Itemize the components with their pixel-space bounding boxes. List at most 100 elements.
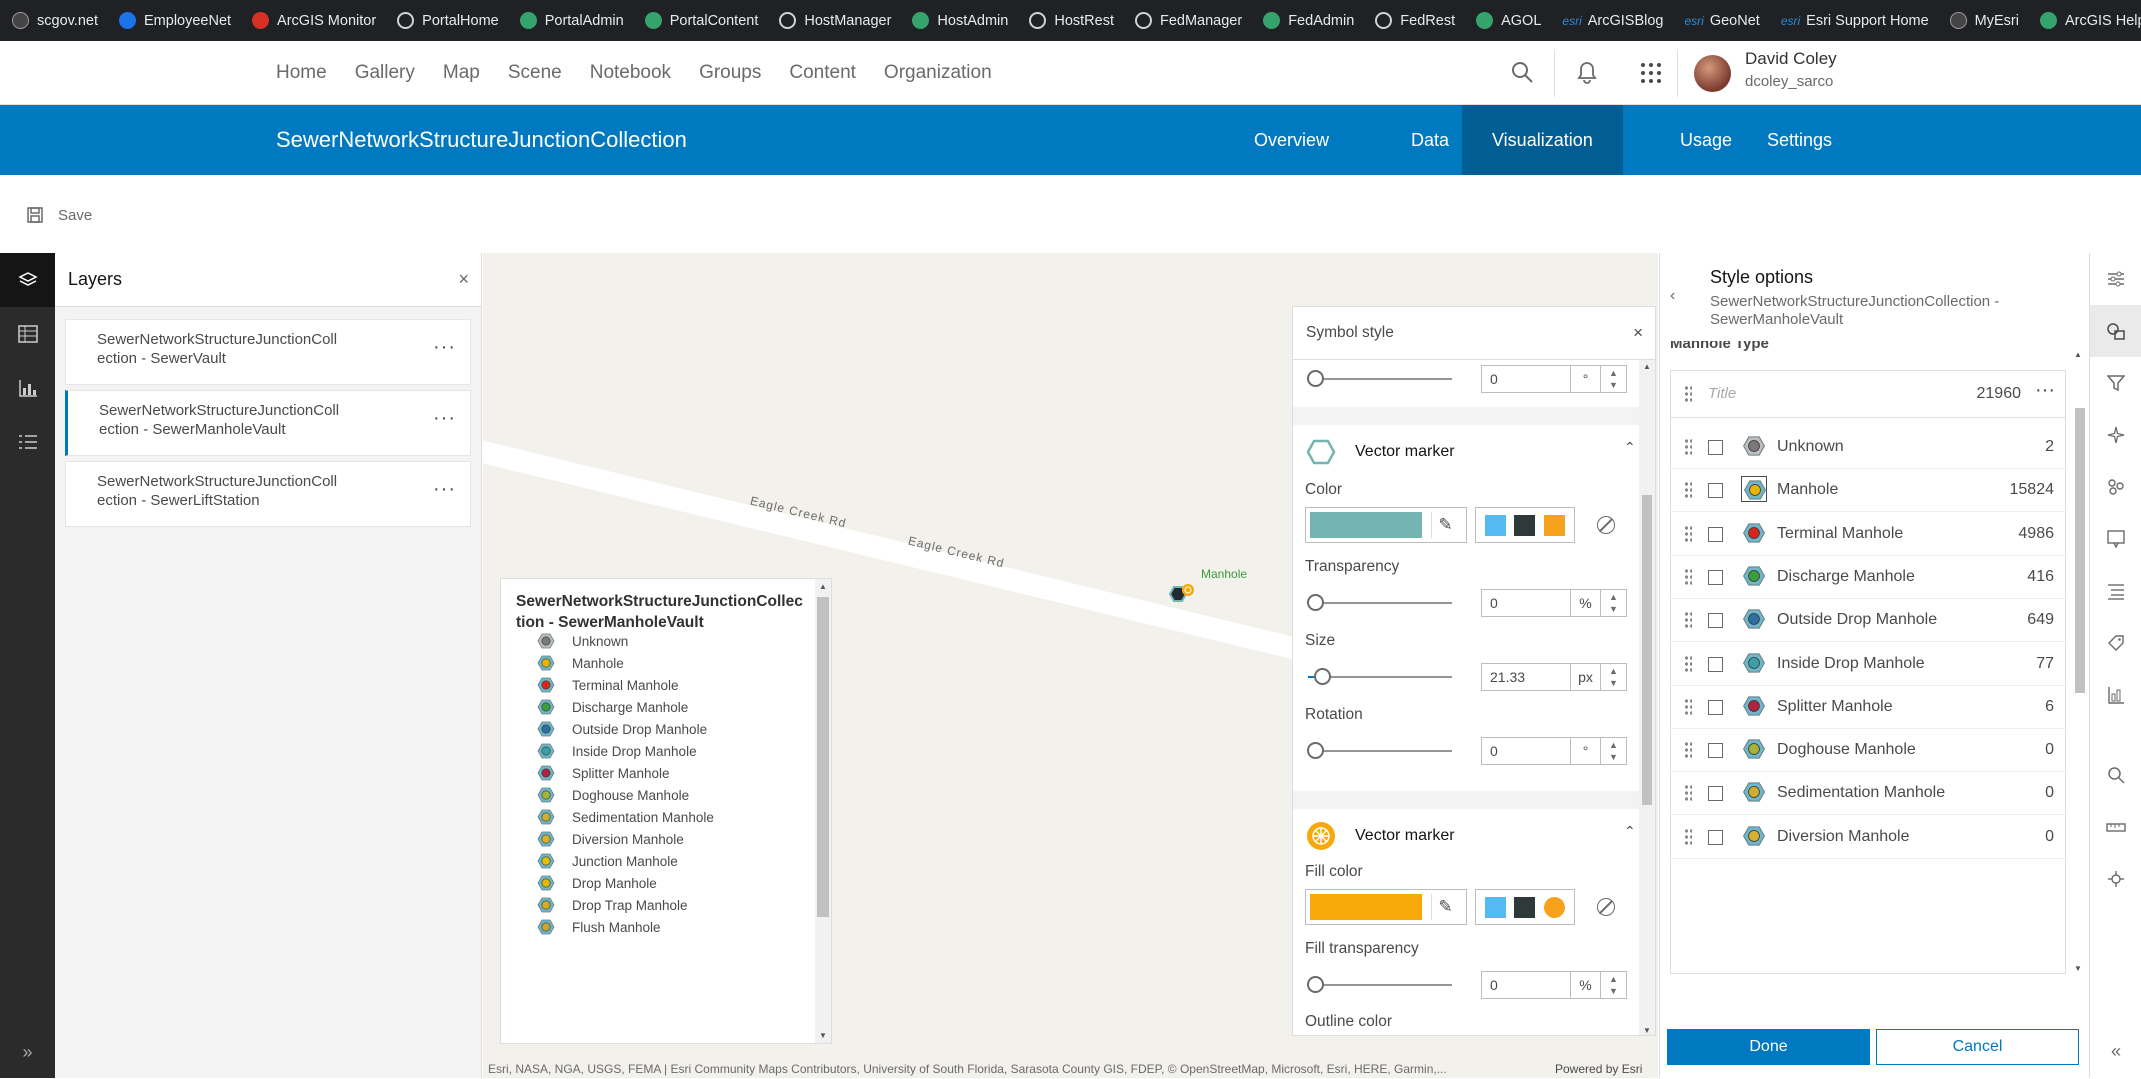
drag-handle-icon[interactable] — [1684, 784, 1692, 803]
bookmark-item[interactable]: PortalContent — [644, 12, 758, 29]
category-row[interactable]: Splitter Manhole 6 — [1671, 686, 2065, 729]
category-checkbox[interactable] — [1708, 829, 1723, 845]
locate-tool-button[interactable] — [2090, 853, 2141, 905]
category-checkbox[interactable] — [1708, 743, 1723, 759]
bookmark-item[interactable]: MyEsri — [1949, 12, 2019, 29]
nav-tab-notebook[interactable]: Notebook — [590, 62, 671, 84]
layers-tool-button[interactable] — [0, 253, 55, 307]
quick-colors[interactable] — [1475, 889, 1575, 925]
effects-tool-button[interactable] — [2090, 409, 2141, 461]
bookmark-item[interactable]: PortalAdmin — [519, 12, 624, 29]
drag-handle-icon[interactable] — [1684, 524, 1692, 543]
app-launcher-grid-icon[interactable] — [1639, 61, 1663, 90]
done-button[interactable]: Done — [1667, 1029, 1870, 1065]
tab-visualization[interactable]: Visualization — [1462, 105, 1623, 175]
manhole-symbol-icon[interactable] — [1741, 563, 1767, 589]
more-options-icon[interactable]: ··· — [433, 479, 456, 499]
bookmark-item[interactable]: esri GeoNet — [1685, 13, 1760, 29]
fill-transparency-input[interactable]: 0% ▲ ▼ — [1481, 971, 1627, 999]
layer-item[interactable]: SewerNetworkStructureJunctionColl ection… — [65, 461, 471, 527]
drag-handle-icon[interactable] — [1684, 697, 1692, 716]
category-row[interactable]: Inside Drop Manhole 77 — [1671, 643, 2065, 686]
manhole-symbol-icon[interactable] — [1741, 693, 1767, 719]
filter-tool-button[interactable] — [2090, 357, 2141, 409]
manhole-symbol-icon[interactable] — [1741, 520, 1767, 546]
category-row[interactable]: Discharge Manhole 416 — [1671, 556, 2065, 599]
category-checkbox[interactable] — [1708, 613, 1723, 629]
category-row[interactable]: Doghouse Manhole 0 — [1671, 729, 2065, 773]
quick-colors[interactable] — [1475, 507, 1575, 543]
manhole-symbol-icon[interactable] — [1741, 650, 1767, 676]
chevron-up-icon[interactable]: ⌃ — [1624, 439, 1636, 456]
title-input[interactable]: Title — [1708, 385, 1736, 402]
powered-by-esri[interactable]: Powered by Esri — [1555, 1062, 1642, 1076]
rotation-input[interactable]: 0 ° ▲ ▼ — [1481, 737, 1627, 765]
size-input[interactable]: 21.33 px ▲ ▼ — [1481, 663, 1627, 691]
back-chevron-icon[interactable]: ‹ — [1670, 287, 1675, 305]
layer-item[interactable]: SewerNetworkStructureJunctionColl ection… — [65, 319, 471, 385]
popups-tool-button[interactable] — [2090, 513, 2141, 565]
bookmark-item[interactable]: esri ArcGISBlog — [1562, 13, 1663, 29]
bookmark-item[interactable]: HostAdmin — [912, 12, 1008, 29]
bookmark-item[interactable]: HostManager — [779, 12, 891, 29]
layer-item-selected[interactable]: SewerNetworkStructureJunctionColl ection… — [65, 390, 471, 456]
pencil-icon[interactable]: ✎ — [1431, 512, 1459, 538]
charts-config-tool-button[interactable] — [2090, 669, 2141, 721]
no-color-icon[interactable] — [1597, 898, 1615, 916]
category-checkbox[interactable] — [1708, 526, 1723, 542]
transparency-slider[interactable] — [1307, 594, 1452, 611]
legend-tool-button[interactable] — [0, 415, 55, 469]
category-checkbox[interactable] — [1708, 786, 1723, 802]
aggregation-tool-button[interactable] — [2090, 461, 2141, 513]
drag-handle-icon[interactable] — [1684, 481, 1692, 500]
manhole-symbol-icon[interactable] — [1741, 823, 1767, 849]
close-icon[interactable]: × — [458, 269, 469, 290]
more-options-icon[interactable]: ··· — [433, 337, 456, 357]
bookmark-item[interactable]: ArcGIS Monitor — [252, 12, 376, 29]
more-options-icon[interactable]: ··· — [2035, 379, 2055, 402]
fill-color-picker[interactable]: ✎ — [1305, 889, 1467, 925]
nav-tab-gallery[interactable]: Gallery — [355, 62, 415, 84]
rotation-slider[interactable] — [1307, 742, 1452, 759]
size-slider[interactable] — [1308, 668, 1452, 685]
bookmark-item[interactable]: FedAdmin — [1263, 12, 1354, 29]
category-row[interactable]: Sedimentation Manhole 0 — [1671, 772, 2065, 816]
bookmark-item[interactable]: FedManager — [1134, 12, 1242, 29]
drag-handle-icon[interactable] — [1684, 654, 1692, 673]
styles-tool-button[interactable] — [2090, 305, 2141, 357]
nav-tab-groups[interactable]: Groups — [699, 62, 761, 84]
legend-scrollbar[interactable]: ▲ ▼ — [815, 579, 831, 1043]
transparency-input[interactable]: 0% ▲ ▼ — [1481, 589, 1627, 617]
category-row[interactable]: Manhole 15824 — [1671, 469, 2065, 513]
bookmark-item[interactable]: EmployeeNet — [119, 12, 231, 29]
fill-transparency-slider[interactable] — [1307, 976, 1452, 993]
bookmark-item[interactable]: esri Esri Support Home — [1781, 13, 1929, 29]
symbol-style-scrollbar[interactable]: ▲ ▼ — [1639, 360, 1655, 1035]
category-checkbox[interactable] — [1708, 569, 1723, 585]
drag-handle-icon[interactable] — [1684, 611, 1692, 630]
vector-marker-section[interactable]: Vector marker — [1305, 820, 1455, 852]
manhole-symbol-icon[interactable] — [1741, 779, 1767, 805]
expand-rail-button[interactable]: » — [0, 1025, 55, 1079]
bookmark-item[interactable]: scgov.net — [12, 12, 98, 29]
bookmark-item[interactable]: PortalHome — [397, 12, 499, 29]
labels-tool-button[interactable] — [2090, 617, 2141, 669]
tab-overview[interactable]: Overview — [1224, 105, 1359, 175]
collapse-rail-button[interactable]: « — [2090, 1025, 2141, 1077]
manhole-symbol-icon[interactable] — [1741, 606, 1767, 632]
category-row[interactable]: Diversion Manhole 0 — [1671, 816, 2065, 859]
properties-tool-button[interactable] — [2090, 253, 2141, 305]
charts-tool-button[interactable] — [0, 361, 55, 415]
color-picker[interactable]: ✎ — [1305, 507, 1467, 543]
nav-tab-content[interactable]: Content — [789, 62, 856, 84]
fields-tool-button[interactable] — [2090, 565, 2141, 617]
notifications-bell-icon[interactable] — [1575, 59, 1599, 90]
measure-tool-button[interactable] — [2090, 801, 2141, 853]
pencil-icon[interactable]: ✎ — [1431, 894, 1459, 920]
drag-handle-icon[interactable] — [1684, 438, 1692, 456]
nav-tab-organization[interactable]: Organization — [884, 62, 992, 84]
bookmark-item[interactable]: FedRest — [1375, 12, 1455, 29]
category-row[interactable]: Unknown 2 — [1671, 426, 2065, 469]
chevron-up-icon[interactable]: ⌃ — [1624, 823, 1636, 840]
bookmark-item[interactable]: ArcGIS Help — [2039, 12, 2141, 29]
